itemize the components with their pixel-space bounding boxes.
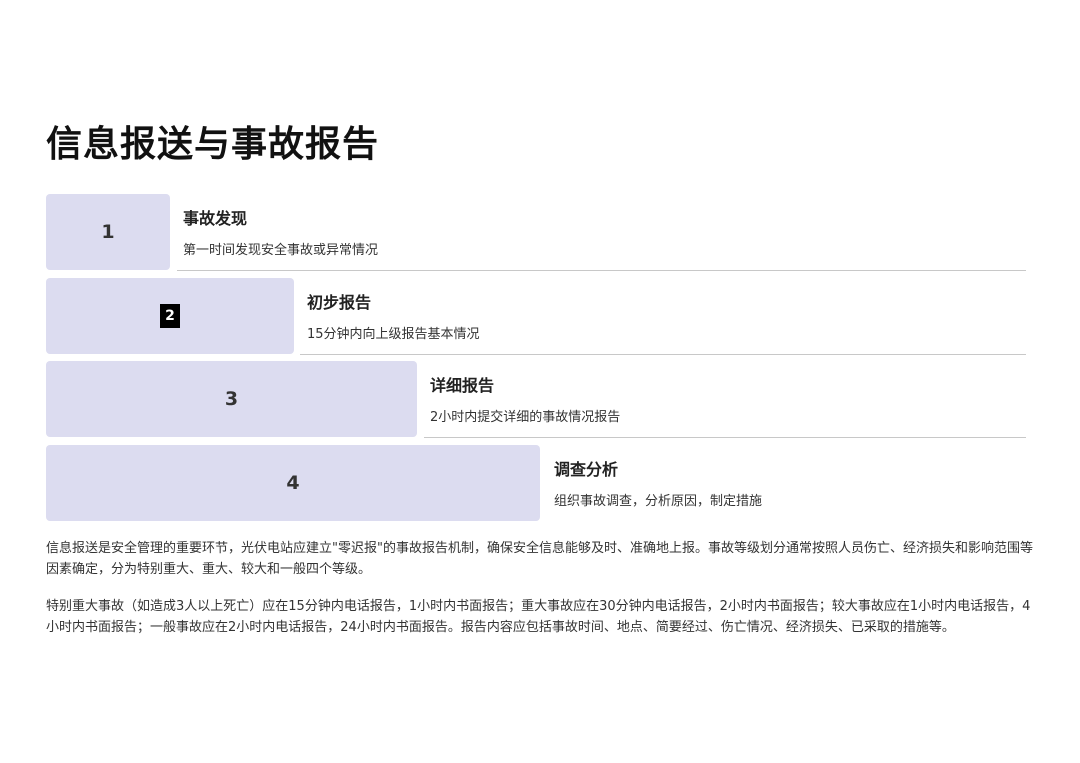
step-number-icon: 2 (160, 304, 180, 328)
step-box-1: 1 (46, 194, 170, 270)
step-title: 初步报告 (307, 293, 372, 312)
step-number: 1 (101, 221, 115, 243)
step-description: 15分钟内向上级报告基本情况 (307, 327, 480, 342)
step-number: 4 (286, 472, 300, 494)
step-title: 事故发现 (183, 209, 248, 228)
step-box-3: 3 (46, 361, 417, 437)
step-box-2: 2 (46, 278, 294, 354)
step-box-4: 4 (46, 445, 540, 521)
step-divider (300, 354, 1026, 355)
step-divider (177, 270, 1026, 271)
step-number: 3 (224, 388, 239, 410)
reporting-deadlines-paragraph: 特别重大事故（如造成3人以上死亡）应在15分钟内电话报告，1小时内书面报告；重大… (46, 599, 1031, 635)
step-title: 详细报告 (430, 376, 495, 395)
step-title: 调查分析 (554, 460, 619, 479)
step-divider (424, 437, 1026, 438)
intro-paragraph: 信息报送是安全管理的重要环节，光伏电站应建立"零迟报"的事故报告机制，确保安全信… (46, 541, 1033, 577)
page-title: 信息报送与事故报告 (46, 124, 380, 165)
step-description: 第一时间发现安全事故或异常情况 (183, 243, 379, 258)
step-description: 组织事故调查，分析原因，制定措施 (554, 494, 763, 509)
step-description: 2小时内提交详细的事故情况报告 (430, 410, 621, 425)
